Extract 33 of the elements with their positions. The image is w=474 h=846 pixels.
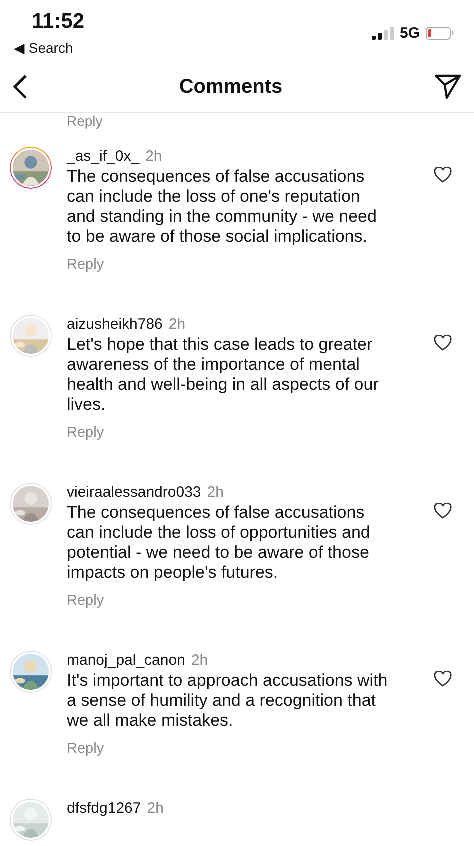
heart-icon[interactable] xyxy=(434,503,452,519)
comment-text: The consequences of false accusations can include the loss of opportunities and potential - we need to be aware of those impacts on people's futures. xyxy=(67,503,372,583)
username[interactable]: manoj_pal_canon xyxy=(67,651,186,671)
username[interactable]: dfsfdg1267 xyxy=(67,799,142,819)
reply-link[interactable]: Reply xyxy=(67,739,104,759)
heart-icon[interactable] xyxy=(434,335,452,351)
timestamp: 2h xyxy=(168,315,186,335)
timestamp: 2h xyxy=(147,799,164,819)
timestamp: 2h xyxy=(146,147,162,167)
timestamp: 2h xyxy=(191,651,208,671)
username[interactable]: _as_if_0x_ xyxy=(67,147,140,167)
avatar[interactable] xyxy=(10,651,52,693)
reply-link[interactable]: Reply xyxy=(67,591,104,611)
send-icon[interactable] xyxy=(434,74,462,100)
reply-link[interactable]: Reply xyxy=(67,255,104,275)
reply-link[interactable]: Reply xyxy=(67,113,474,129)
network-label: 5G xyxy=(400,24,420,42)
comment-text: The consequences of false accusations can include the loss of one's reputation and standing in the community - we need to be aware of those social implications. xyxy=(67,167,378,247)
back-link[interactable]: ◀ Search xyxy=(14,40,85,56)
reply-link[interactable]: Reply xyxy=(67,423,104,443)
signal-icon xyxy=(372,26,394,40)
page-title: Comments xyxy=(179,76,283,98)
battery-icon xyxy=(426,26,454,40)
heart-icon[interactable] xyxy=(434,167,452,183)
back-icon[interactable] xyxy=(12,74,28,100)
username[interactable]: aizusheikh786 xyxy=(67,315,163,335)
clock: 11:52 xyxy=(32,10,85,34)
comment-text: It's important to approach accusations with a sense of humility and a recognition that we all make mistakes. xyxy=(67,671,389,731)
avatar[interactable] xyxy=(10,483,52,525)
timestamp: 2h xyxy=(207,483,224,503)
comment-text: Let's hope that this case leads to greater awareness of the importance of mental health and well-being in all aspects of our lives. xyxy=(67,335,380,415)
username[interactable]: vieiraalessandro033 xyxy=(67,483,202,503)
heart-icon[interactable] xyxy=(434,671,452,687)
